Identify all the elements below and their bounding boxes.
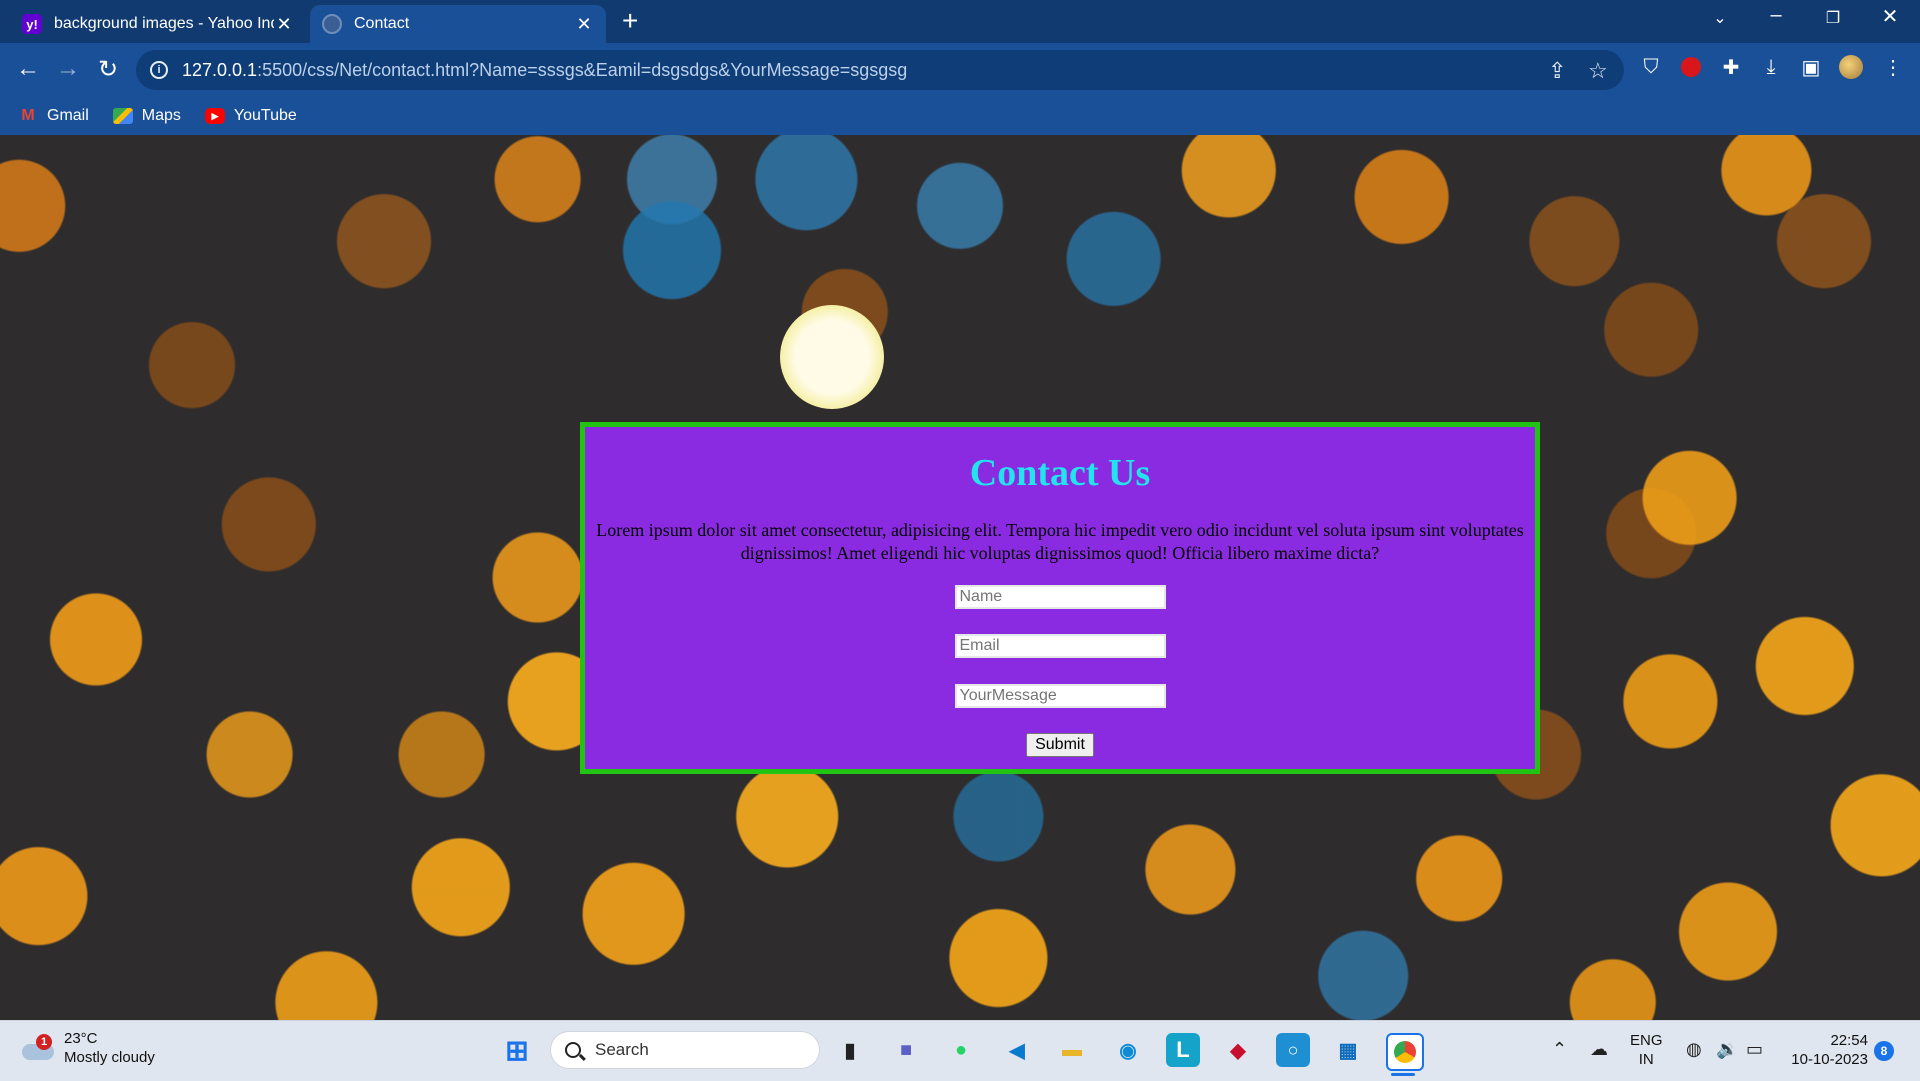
taskbar: 1 23°C Mostly cloudy ⊞ Search ▮ ■ ● ◀ ▬ … xyxy=(0,1020,1920,1081)
search-icon xyxy=(565,1042,581,1058)
clock-time: 22:54 xyxy=(1830,1032,1868,1049)
whatsapp-icon[interactable]: ● xyxy=(944,1033,978,1067)
bokeh-background xyxy=(780,305,884,409)
clock[interactable]: 22:54 10-10-2023 xyxy=(1780,1031,1868,1069)
download-icon[interactable]: ⤓ xyxy=(1758,54,1784,80)
close-window-icon[interactable]: ✕ xyxy=(1870,4,1910,29)
mcafee-icon[interactable]: ◆ xyxy=(1221,1033,1255,1067)
close-icon[interactable]: ✕ xyxy=(574,14,594,35)
task-view-icon[interactable]: ▮ xyxy=(833,1033,867,1067)
menu-icon[interactable]: ⋮ xyxy=(1880,54,1906,80)
onedrive-icon[interactable]: ☁ xyxy=(1590,1039,1608,1060)
network-icon[interactable]: ◍ xyxy=(1686,1039,1702,1060)
bookmark-maps[interactable]: Maps xyxy=(112,107,181,125)
bookmarks-bar: M Gmail Maps ▶ YouTube xyxy=(0,98,303,134)
url-text[interactable]: 127.0.0.1:5500/css/Net/contact.html?Name… xyxy=(182,60,907,81)
adblock-extension-icon[interactable] xyxy=(1678,54,1704,80)
tab-contact[interactable]: Contact ✕ xyxy=(310,5,606,43)
file-explorer-icon[interactable]: ▬ xyxy=(1055,1033,1089,1067)
back-icon[interactable]: ← xyxy=(12,55,44,83)
search-label: Search xyxy=(595,1040,649,1059)
taskbar-search[interactable]: Search xyxy=(550,1031,820,1069)
clock-date: 10-10-2023 xyxy=(1791,1051,1868,1068)
side-panel-icon[interactable]: ▣ xyxy=(1798,54,1824,80)
lang-top: ENG xyxy=(1630,1032,1663,1049)
store-icon[interactable]: ▦ xyxy=(1331,1033,1365,1067)
volume-icon[interactable]: 🔉 xyxy=(1716,1039,1738,1060)
tab-title: Contact xyxy=(354,15,410,32)
page-title: Contact Us xyxy=(969,452,1151,494)
extensions-icon[interactable]: ✚ xyxy=(1718,54,1744,80)
new-tab-button[interactable]: + xyxy=(622,6,638,36)
description-text: Lorem ipsum dolor sit amet consectetur, … xyxy=(596,520,1524,563)
profile-avatar[interactable] xyxy=(1838,54,1864,80)
bookmark-star-icon[interactable]: ☆ xyxy=(1588,58,1608,84)
shield-extension-icon[interactable]: ⛉ xyxy=(1638,54,1664,80)
url-path: :5500/css/Net/contact.html?Name=sssgs&Ea… xyxy=(257,59,908,80)
battery-icon[interactable]: ▭ xyxy=(1746,1039,1763,1060)
tab-search-icon[interactable]: ⌄ xyxy=(1700,8,1740,28)
tab-title: background images - Yahoo Ind xyxy=(54,15,274,32)
cloud-icon: 1 xyxy=(22,1034,56,1060)
youtube-icon: ▶ xyxy=(204,108,225,124)
show-hidden-icons[interactable]: ⌃ xyxy=(1552,1039,1567,1060)
alexa-icon[interactable]: ○ xyxy=(1276,1033,1310,1067)
bookmark-label: YouTube xyxy=(233,107,297,124)
active-app-indicator xyxy=(1391,1073,1415,1076)
bookmark-label: Maps xyxy=(141,107,181,124)
weather-desc: Mostly cloudy xyxy=(64,1049,155,1066)
yahoo-icon: y! xyxy=(22,14,42,34)
browser-toolbar: ← → ↻ i 127.0.0.1:5500/css/Net/contact.h… xyxy=(0,43,1920,135)
vscode-icon[interactable]: ◀ xyxy=(1000,1033,1034,1067)
l-app-icon[interactable]: L xyxy=(1166,1033,1200,1067)
bookmark-gmail[interactable]: M Gmail xyxy=(18,107,89,125)
tab-strip: y! background images - Yahoo Ind ✕ Conta… xyxy=(0,0,1920,43)
teams-icon[interactable]: ■ xyxy=(889,1033,923,1067)
message-field[interactable] xyxy=(954,684,1166,708)
bookmark-youtube[interactable]: ▶ YouTube xyxy=(204,107,297,125)
url-host: 127.0.0.1 xyxy=(182,59,258,80)
minimize-icon[interactable]: – xyxy=(1756,4,1796,27)
lang-bottom: IN xyxy=(1638,1051,1654,1068)
gmail-icon: M xyxy=(21,107,35,124)
close-icon[interactable]: ✕ xyxy=(274,14,294,35)
tab-yahoo[interactable]: y! background images - Yahoo Ind ✕ xyxy=(10,5,306,43)
weather-widget[interactable]: 1 23°C Mostly cloudy xyxy=(22,1029,155,1067)
forward-icon[interactable]: → xyxy=(52,55,84,83)
submit-button[interactable]: Submit xyxy=(1026,733,1094,757)
bookmark-label: Gmail xyxy=(47,107,89,124)
site-info-icon[interactable]: i xyxy=(150,61,168,79)
name-field[interactable] xyxy=(954,585,1166,609)
windows-start-icon[interactable]: ⊞ xyxy=(500,1033,534,1067)
notification-badge[interactable]: 8 xyxy=(1874,1041,1894,1061)
share-icon[interactable]: ⇪ xyxy=(1548,58,1566,84)
edge-icon[interactable]: ◉ xyxy=(1111,1033,1145,1067)
weather-badge: 1 xyxy=(36,1034,52,1050)
language-indicator[interactable]: ENG IN xyxy=(1630,1031,1663,1069)
reload-icon[interactable]: ↻ xyxy=(92,55,124,84)
restore-icon[interactable]: ❐ xyxy=(1813,8,1853,28)
weather-temp: 23°C xyxy=(64,1030,98,1047)
globe-icon xyxy=(322,14,342,34)
address-bar[interactable]: i 127.0.0.1:5500/css/Net/contact.html?Na… xyxy=(136,50,1624,90)
email-field[interactable] xyxy=(954,634,1166,658)
chrome-icon[interactable] xyxy=(1386,1033,1424,1071)
contact-form-panel: Contact Us Lorem ipsum dolor sit amet co… xyxy=(580,422,1540,774)
maps-icon xyxy=(112,108,133,124)
